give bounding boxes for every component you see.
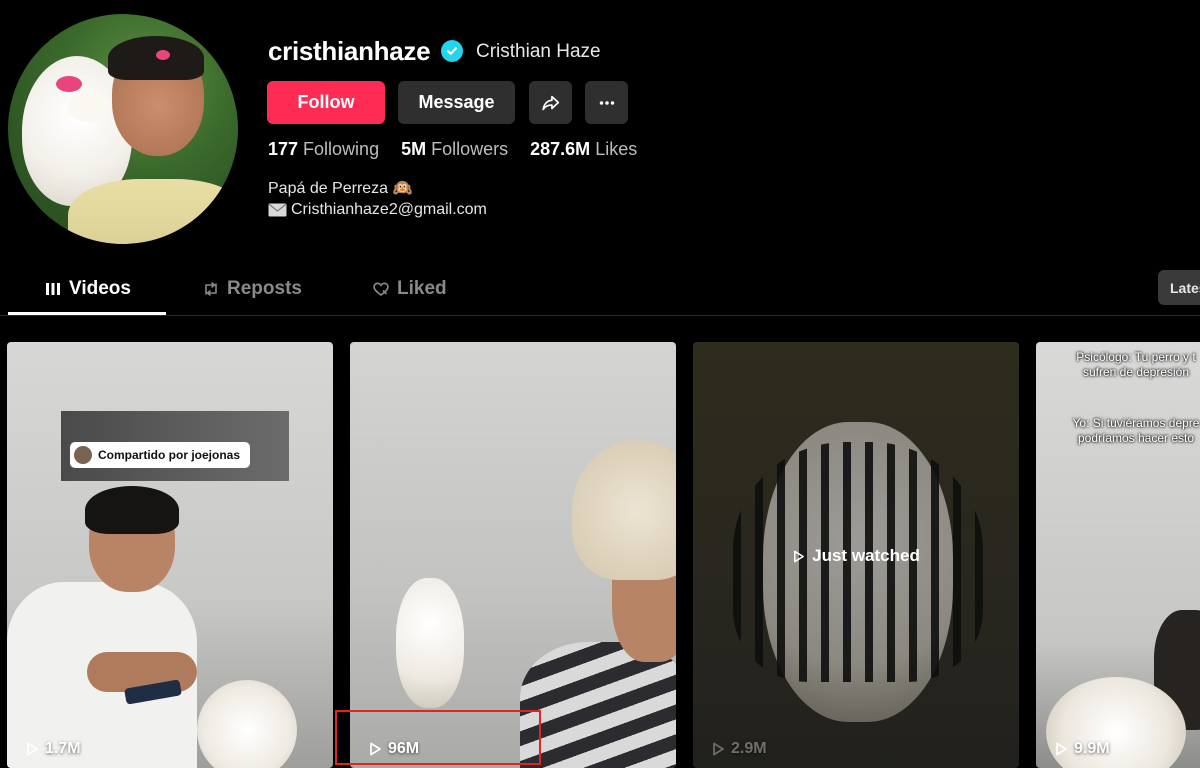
sort-latest-button[interactable]: Lates	[1158, 270, 1200, 305]
tab-liked[interactable]: Liked	[372, 278, 447, 300]
shared-by-text: Compartido por joejonas	[98, 448, 241, 462]
stat-followers-value: 5M	[401, 139, 427, 159]
verified-badge-icon	[441, 40, 463, 62]
share-button[interactable]	[529, 81, 572, 124]
video-views-value: 2.9M	[731, 740, 767, 757]
more-options-button[interactable]	[585, 81, 628, 124]
repost-icon	[205, 282, 217, 296]
follow-button[interactable]: Follow	[267, 81, 385, 124]
just-watched-label: Just watched	[693, 546, 1019, 566]
liked-icon	[373, 282, 389, 296]
stat-followers-label: Followers	[431, 139, 509, 159]
avatar-pink-clip	[156, 50, 170, 60]
play-icon	[27, 742, 38, 756]
video-view-count: 1.7M	[25, 740, 81, 758]
active-tab-indicator	[8, 312, 166, 315]
tab-videos[interactable]: Videos	[44, 278, 131, 300]
annotation-highlight-box	[335, 710, 541, 765]
envelope-icon	[268, 203, 287, 217]
just-watched-text: Just watched	[812, 546, 920, 565]
video-views-value: 9.9M	[1074, 740, 1110, 757]
tab-reposts[interactable]: Reposts	[202, 278, 302, 300]
stat-likes-label: Likes	[595, 139, 638, 159]
stat-likes: 287.6M Likes	[530, 139, 637, 160]
profile-email-text: Cristhianhaze2@gmail.com	[291, 201, 487, 218]
video-view-count: 9.9M	[1054, 740, 1110, 758]
profile-stats: 177 Following 5M Followers 287.6M Likes	[268, 139, 637, 160]
play-icon	[794, 550, 805, 562]
tab-liked-label: Liked	[397, 278, 447, 299]
sharer-avatar	[74, 446, 92, 464]
video-views-value: 1.7M	[45, 740, 81, 757]
video-card[interactable]: Just watched 2.9M	[693, 342, 1019, 768]
thumb-hair	[85, 486, 179, 534]
ellipsis-icon	[599, 100, 614, 105]
play-icon	[713, 742, 724, 756]
thumb-dog	[396, 578, 464, 708]
stat-following[interactable]: 177 Following	[268, 139, 379, 160]
stat-followers[interactable]: 5M Followers	[401, 139, 508, 160]
play-icon	[1056, 742, 1067, 756]
profile-username: cristhianhaze	[268, 36, 431, 66]
avatar-pink-bow	[56, 76, 82, 92]
stat-following-label: Following	[303, 139, 380, 159]
profile-tabs: Videos Reposts Liked	[0, 266, 1200, 316]
thumb-dog	[197, 680, 297, 768]
video-view-count: 2.9M	[711, 740, 767, 758]
share-arrow-icon	[541, 95, 559, 110]
avatar-dog-face	[68, 92, 108, 122]
message-button[interactable]: Message	[398, 81, 515, 124]
profile-nickname: Cristhian Haze	[476, 41, 601, 62]
profile-email: Cristhianhaze2@gmail.com	[268, 201, 487, 219]
profile-avatar[interactable]	[8, 14, 238, 244]
thumb-caption-1: Psicólogo: Tu perro y t sufren de depres…	[1076, 350, 1196, 379]
thumb-caption-2: Yo: Si tuviéramos depre podríamos hacer …	[1072, 416, 1200, 445]
video-card[interactable]: Compartido por joejonas 1.7M	[7, 342, 333, 768]
video-card[interactable]: 96M	[350, 342, 676, 768]
avatar-shirt	[68, 179, 238, 244]
stat-following-value: 177	[268, 139, 299, 159]
avatar-hair	[108, 36, 204, 80]
tab-reposts-label: Reposts	[227, 278, 302, 299]
video-card[interactable]: Psicólogo: Tu perro y t sufren de depres…	[1036, 342, 1200, 768]
video-thumbnail-person	[7, 482, 207, 768]
stat-likes-value: 287.6M	[530, 139, 591, 159]
grid-icon	[46, 283, 60, 295]
shared-by-badge: Compartido por joejonas	[70, 442, 251, 468]
tab-videos-label: Videos	[69, 278, 131, 299]
thumb-bucket-hat	[572, 440, 676, 580]
profile-bio: Papá de Perreza 🙉	[268, 180, 413, 197]
